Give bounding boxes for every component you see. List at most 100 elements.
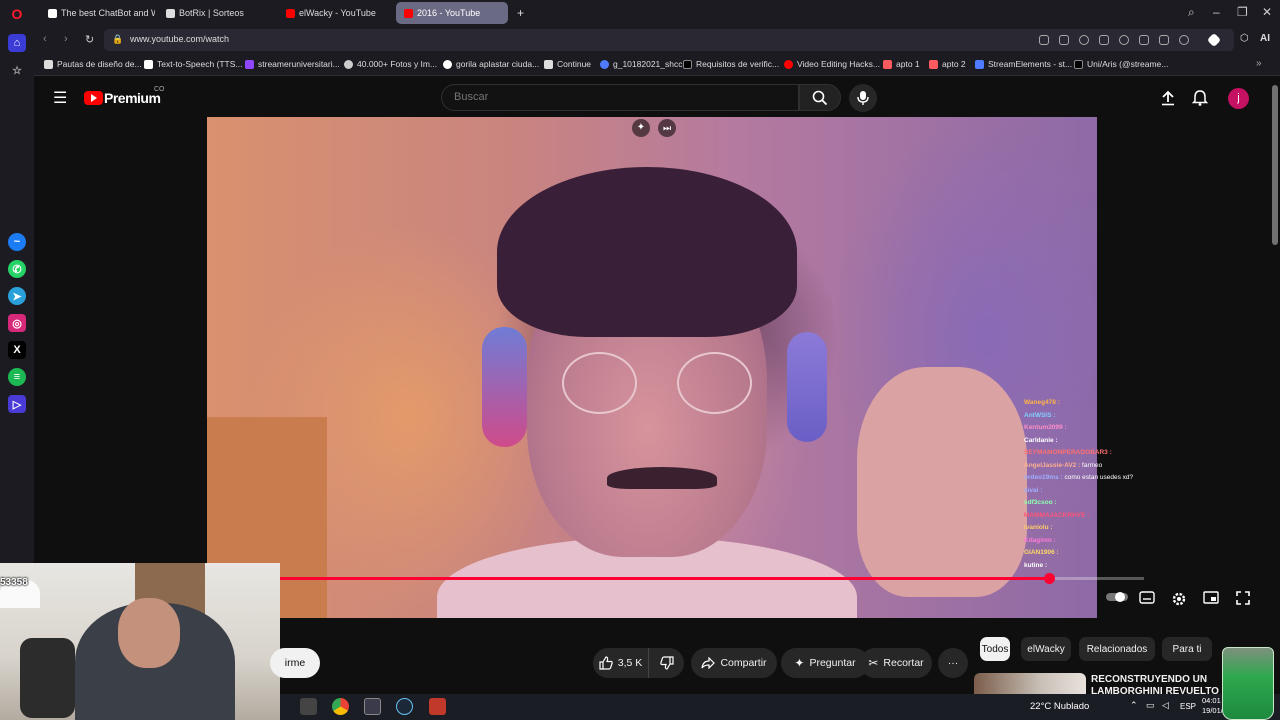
close-icon[interactable]: ✕ [1262,5,1272,19]
profile-icon[interactable] [1179,35,1189,45]
shield-icon[interactable] [1079,35,1089,45]
bookmark-item[interactable]: Text-to-Speech (TTS... [144,59,243,69]
progress-bar[interactable] [279,573,1144,584]
play-icon[interactable] [1099,35,1109,45]
spotify-icon[interactable]: ≡ [8,368,26,386]
calendar-icon[interactable] [364,698,381,715]
bookmark-item[interactable]: apto 1 [883,59,920,69]
chat-username: Carldanie : [1024,436,1058,444]
video-frame[interactable]: ✦ ⏭ [207,117,1097,618]
settings-gear-icon[interactable] [1170,591,1188,606]
download-icon[interactable] [1139,35,1149,45]
extensions-icon[interactable]: ⬡ [1240,33,1249,44]
tab-favicon-icon [48,8,57,18]
search-tabs-icon[interactable]: ⌕ [1188,5,1195,20]
search-button[interactable] [799,84,841,111]
instagram-icon[interactable]: ◎ [8,314,26,332]
avatar[interactable]: j [1228,88,1249,109]
tab-label: BotRix | Sorteos [179,8,244,18]
clip-button[interactable]: ✂ Recortar [860,648,932,678]
chip-todos[interactable]: Todos [980,637,1010,661]
player-icon[interactable]: ▷ [8,395,26,413]
whatsapp-icon[interactable]: ✆ [8,260,26,278]
heart-icon[interactable] [1119,35,1129,45]
autoplay-toggle-icon[interactable] [1106,591,1128,605]
weather-widget[interactable]: 22°C Nublado [1030,701,1089,712]
telegram-icon[interactable]: ➤ [8,287,26,305]
back-icon[interactable]: ‹ [43,33,47,45]
steam-icon[interactable] [396,698,413,715]
opera-logo-icon[interactable]: O [8,5,26,23]
bookmark-item[interactable]: Continue [544,59,591,69]
forward-icon[interactable]: › [64,33,68,45]
notifications-bell-icon[interactable] [1192,89,1208,106]
more-bookmarks-icon[interactable]: » [1256,58,1262,69]
extension-icon[interactable] [1206,32,1222,48]
tab-elwacky[interactable]: elWacky - YouTube [278,2,393,24]
like-button[interactable]: 3,5 K [593,648,648,678]
voice-search-button[interactable] [849,84,877,112]
app-red-icon[interactable] [429,698,446,715]
tab-botrix[interactable]: BotRix | Sorteos [158,2,273,24]
input-language[interactable]: ESP [1180,702,1196,711]
x-icon[interactable]: X [8,341,26,359]
youtube-logo-icon[interactable] [84,91,103,105]
dislike-button[interactable] [648,648,684,678]
home-icon[interactable]: ⌂ [8,34,26,52]
bookmark-item[interactable]: StreamElements - st... [975,59,1072,69]
miniplayer-icon[interactable] [1202,591,1220,605]
subtitles-icon[interactable] [1138,591,1156,605]
bookmark-item[interactable]: streameruniversitari... [245,59,340,69]
stream-counter: 53358 [0,577,28,588]
tab-chatbot[interactable]: The best ChatBot and Wi... [40,2,155,24]
ask-button[interactable]: ✦ Preguntar [781,648,869,678]
bookmark-item[interactable]: Video Editing Hacks... [784,59,880,69]
chrome-icon[interactable] [332,698,349,715]
chat-username: AntWSIS : [1024,411,1056,419]
bookmark-item[interactable]: Pautas de diseño de... [44,59,142,69]
progress-scrubber[interactable] [1043,573,1055,584]
chip-elwacky[interactable]: elWacky [1021,637,1071,661]
bookmark-item[interactable]: 40.000+ Fotos y Im... [344,59,437,69]
search-icon [812,90,828,106]
edit-icon[interactable] [1039,35,1049,45]
more-actions-button[interactable]: ··· [938,648,968,678]
share-button[interactable]: Compartir [691,648,777,678]
ai-button[interactable]: AI [1260,33,1270,44]
chat-message: kutine : [1024,560,1139,573]
reload-icon[interactable]: ↻ [85,33,94,46]
fullscreen-icon[interactable] [1234,591,1252,605]
youtube-logo-text[interactable]: Premium [104,90,161,106]
sparkle-icon[interactable]: ✦ [632,119,650,137]
subscribe-button[interactable]: irme [270,648,320,678]
page-scrollbar[interactable] [1272,85,1278,245]
maximize-icon[interactable]: ❐ [1237,5,1248,19]
menu-icon[interactable] [1159,35,1169,45]
chip-para-ti[interactable]: Para ti [1162,637,1212,661]
bookmark-item[interactable]: g_10182021_shcc [600,59,682,69]
network-icon[interactable]: ▭ [1146,700,1155,711]
bookmark-item[interactable]: gorila aplastar ciuda... [443,59,539,69]
search-input[interactable] [454,91,754,103]
camera-icon[interactable] [1059,35,1069,45]
tray-expand-icon[interactable]: ⌃ [1130,700,1138,711]
messenger-icon[interactable]: ~ [8,233,26,251]
upload-icon[interactable] [1160,90,1176,106]
scissors-icon: ✂ [868,656,879,670]
minimize-icon[interactable]: – [1213,5,1220,19]
new-tab-button[interactable]: + [512,2,532,24]
hamburger-menu-icon[interactable]: ☰ [53,88,67,108]
chip-relacionados[interactable]: Relacionados [1079,637,1155,661]
bookmark-item[interactable]: apto 2 [929,59,966,69]
taskbar-app-icon[interactable] [300,698,317,715]
bookmark-item[interactable]: Requisitos de verific... [683,59,779,69]
url-field[interactable]: 🔒 www.youtube.com/watch [104,29,1234,51]
search-box[interactable] [441,84,799,111]
skip-icon[interactable]: ⏭ [658,119,676,137]
bookmark-label: Requisitos de verific... [696,59,780,69]
tab-2016[interactable]: 2016 - YouTube [396,2,508,24]
bookmark-item[interactable]: Uni/Aris (@streame... [1074,59,1168,69]
more-icon: ··· [947,657,959,669]
volume-icon[interactable]: ◁ [1162,700,1169,711]
star-icon[interactable]: ☆ [8,61,26,79]
